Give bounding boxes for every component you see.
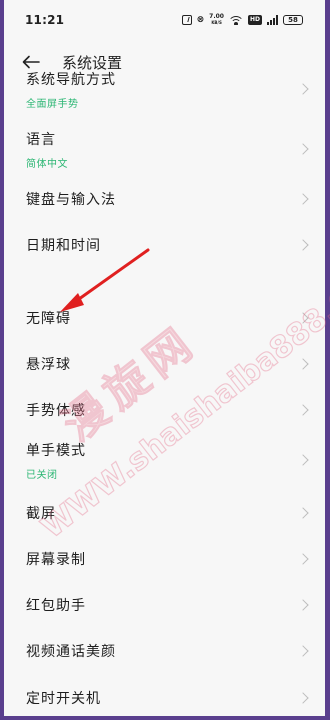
chevron-right-icon bbox=[297, 692, 309, 704]
settings-item-navigation[interactable]: 系统导航方式 全面屏手势 bbox=[4, 64, 325, 114]
settings-item-gestures[interactable]: 手势体感 bbox=[4, 388, 325, 432]
wifi-icon bbox=[228, 15, 243, 25]
settings-item-language[interactable]: 语言 简体中文 bbox=[4, 124, 325, 174]
phone-screen: 11:21 ⊗ 7.00 KB/S HD 58 系统设置 系统导航方式 全面屏手… bbox=[4, 0, 325, 716]
settings-item-accessibility[interactable]: 无障碍 bbox=[4, 296, 325, 340]
chevron-right-icon bbox=[297, 143, 309, 155]
item-title: 手势体感 bbox=[26, 403, 86, 419]
item-title: 系统导航方式 bbox=[26, 71, 116, 88]
item-title: 截屏 bbox=[26, 506, 56, 522]
chevron-right-icon bbox=[297, 645, 309, 657]
chevron-right-icon bbox=[297, 358, 309, 370]
item-title: 悬浮球 bbox=[26, 357, 71, 373]
settings-item-screen-record[interactable]: 屏幕录制 bbox=[4, 537, 325, 581]
settings-item-floating-ball[interactable]: 悬浮球 bbox=[4, 342, 325, 386]
signal-alt-icon: ⊗ bbox=[196, 15, 205, 25]
nfc-icon bbox=[181, 15, 192, 25]
item-title: 无障碍 bbox=[26, 311, 71, 327]
item-title: 日期和时间 bbox=[26, 238, 101, 254]
status-bar: 11:21 ⊗ 7.00 KB/S HD 58 bbox=[4, 0, 325, 40]
settings-item-scheduled-power[interactable]: 定时开关机 bbox=[4, 676, 325, 716]
status-time: 11:21 bbox=[25, 13, 65, 27]
settings-item-red-packet[interactable]: 红包助手 bbox=[4, 583, 325, 627]
item-title: 键盘与输入法 bbox=[26, 192, 116, 208]
item-title: 单手模式 bbox=[26, 442, 86, 459]
settings-item-keyboard[interactable]: 键盘与输入法 bbox=[4, 177, 325, 221]
item-title: 屏幕录制 bbox=[26, 552, 86, 568]
settings-item-date-time[interactable]: 日期和时间 bbox=[4, 223, 325, 267]
settings-item-one-hand-mode[interactable]: 单手模式 已关闭 bbox=[4, 435, 325, 485]
item-title: 语言 bbox=[26, 131, 56, 148]
chevron-right-icon bbox=[297, 404, 309, 416]
status-icons: ⊗ 7.00 KB/S HD 58 bbox=[181, 14, 303, 26]
chevron-right-icon bbox=[297, 507, 309, 519]
chevron-right-icon bbox=[297, 83, 309, 95]
chevron-right-icon bbox=[297, 599, 309, 611]
chevron-right-icon bbox=[297, 553, 309, 565]
item-title: 视频通话美颜 bbox=[26, 644, 116, 660]
item-subtitle: 简体中文 bbox=[26, 158, 68, 170]
settings-item-video-beauty[interactable]: 视频通话美颜 bbox=[4, 629, 325, 673]
chevron-right-icon bbox=[297, 239, 309, 251]
hd-badge: HD bbox=[247, 15, 262, 25]
item-subtitle: 全面屏手势 bbox=[26, 98, 79, 110]
settings-item-screenshot[interactable]: 截屏 bbox=[4, 491, 325, 535]
item-title: 红包助手 bbox=[26, 598, 86, 614]
cell-signal-icon bbox=[267, 15, 278, 25]
network-speed: 7.00 KB/S bbox=[209, 14, 224, 26]
network-speed-unit: KB/S bbox=[211, 20, 222, 25]
chevron-right-icon bbox=[297, 193, 309, 205]
battery-icon: 58 bbox=[283, 15, 303, 25]
item-subtitle: 已关闭 bbox=[26, 469, 58, 481]
item-title: 定时开关机 bbox=[26, 691, 101, 707]
chevron-right-icon bbox=[297, 312, 309, 324]
chevron-right-icon bbox=[297, 454, 309, 466]
